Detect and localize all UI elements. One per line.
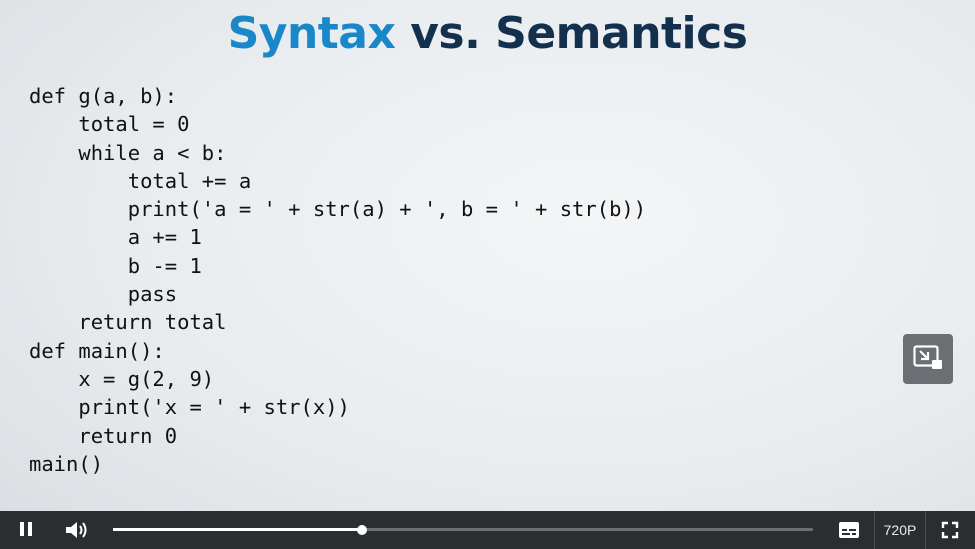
code-line: return total xyxy=(29,310,227,335)
code-line: pass xyxy=(29,282,178,307)
code-line: main() xyxy=(29,451,104,476)
fullscreen-icon xyxy=(941,521,959,539)
closed-captions-icon xyxy=(839,522,859,538)
slide: Syntax vs. Semantics def g(a, b): total … xyxy=(0,0,975,511)
slide-title-semantics: vs. Semantics xyxy=(410,8,748,59)
code-line: x = g(2, 9) xyxy=(29,366,215,391)
code-line: b -= 1 xyxy=(29,253,202,278)
play-pause-button[interactable] xyxy=(14,511,38,549)
control-divider xyxy=(874,511,875,549)
picture-in-picture-exit-icon xyxy=(913,345,942,369)
control-divider xyxy=(925,511,926,549)
quality-button[interactable]: 720P xyxy=(876,511,924,549)
volume-icon xyxy=(66,522,87,538)
code-line: a += 1 xyxy=(29,225,202,250)
code-line: def main(): xyxy=(29,338,165,363)
code-line: print('a = ' + str(a) + ', b = ' + str(b… xyxy=(29,197,647,222)
code-line: def g(a, b): xyxy=(29,84,178,108)
slide-title: Syntax vs. Semantics xyxy=(0,4,975,64)
progress-fill xyxy=(113,528,363,531)
code-line: while a < b: xyxy=(29,140,227,165)
code-block: def g(a, b): total = 0 while a < b: tota… xyxy=(29,82,646,478)
progress-handle[interactable] xyxy=(357,525,368,535)
code-line: total += a xyxy=(29,168,252,193)
volume-button[interactable] xyxy=(63,511,89,549)
progress-bar[interactable] xyxy=(113,511,813,549)
captions-button[interactable] xyxy=(838,511,862,549)
code-line: print('x = ' + str(x)) xyxy=(29,395,350,420)
slide-title-syntax: Syntax xyxy=(227,8,396,59)
video-control-bar: 720P xyxy=(0,511,975,549)
code-line: return 0 xyxy=(29,423,178,448)
picture-in-picture-button[interactable] xyxy=(903,334,953,384)
code-line: total = 0 xyxy=(29,112,190,137)
pause-icon xyxy=(20,522,32,536)
fullscreen-button[interactable] xyxy=(941,511,961,549)
